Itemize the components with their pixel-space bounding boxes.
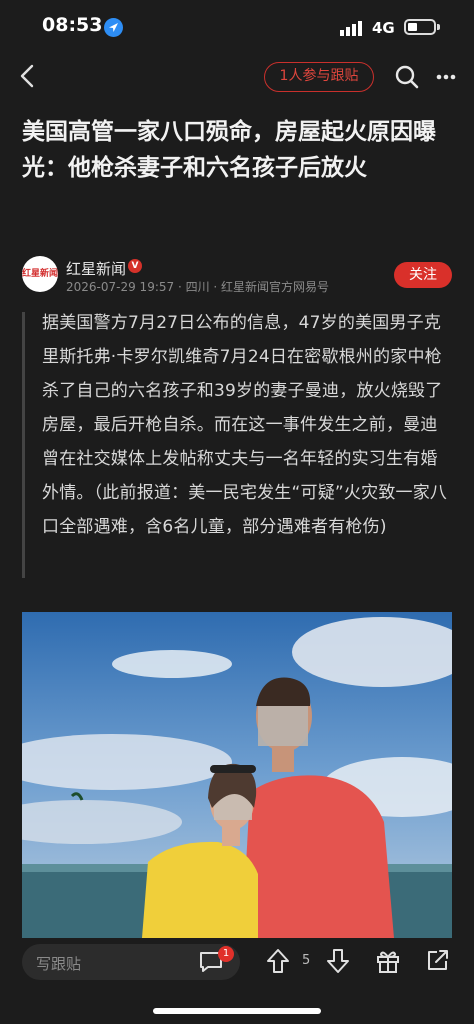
comment-participants-button[interactable]: 1人参与跟贴 xyxy=(264,62,374,92)
verified-badge-icon: V xyxy=(128,259,142,273)
comment-count-badge: 1 xyxy=(218,946,234,962)
article-title: 美国高管一家八口殒命，房屋起火原因曝光：他枪杀妻子和六名孩子后放火 xyxy=(22,119,436,181)
location-arrow-icon xyxy=(104,18,123,37)
network-type: 4G xyxy=(372,19,395,37)
author-name[interactable]: 红星新闻 xyxy=(66,258,126,279)
quote-bar xyxy=(22,312,25,578)
status-time: 08:53 xyxy=(42,14,103,36)
battery-nub xyxy=(437,24,440,30)
upvote-icon[interactable] xyxy=(266,948,290,974)
comment-placeholder: 写跟贴 xyxy=(36,955,82,973)
home-indicator xyxy=(153,1008,321,1014)
signal-icon xyxy=(340,21,362,36)
article-quote: 据美国警方7月27日公布的信息，47岁的美国男子克里斯托弗·卡罗尔凯维奇7月24… xyxy=(42,313,448,537)
gift-icon[interactable] xyxy=(375,948,401,974)
search-icon[interactable] xyxy=(394,64,420,90)
follow-button[interactable]: 关注 xyxy=(394,262,452,288)
back-icon[interactable] xyxy=(16,62,40,90)
downvote-icon[interactable] xyxy=(326,948,350,974)
article-photo[interactable] xyxy=(22,612,452,938)
article-meta: 2026-07-29 19:57 · 四川 · 红星新闻官方网易号 xyxy=(66,280,330,294)
battery-icon xyxy=(404,19,436,35)
share-icon[interactable] xyxy=(426,948,450,972)
vote-count: 5 xyxy=(302,953,311,968)
more-icon[interactable] xyxy=(436,74,456,80)
author-avatar[interactable]: 红星新闻 xyxy=(22,256,58,292)
